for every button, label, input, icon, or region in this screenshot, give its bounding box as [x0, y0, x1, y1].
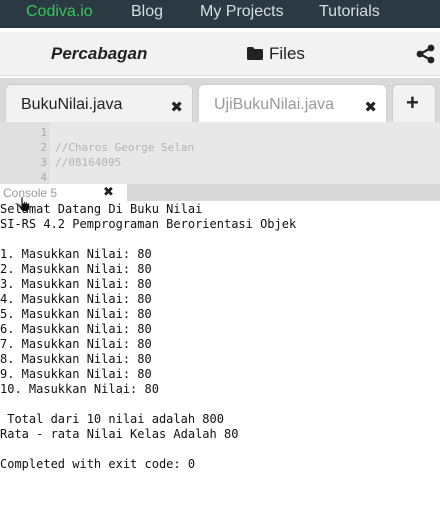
close-icon[interactable]: ✖ [364, 100, 377, 115]
code-text: //Charos George Selan [55, 141, 195, 154]
code-text: //08164095 [55, 156, 122, 169]
line-number: 4 [40, 171, 47, 184]
code-editor[interactable]: 1 2 //Charos George Selan 3 //08164095 4 [0, 122, 440, 184]
line-number: 3 [40, 156, 47, 169]
code-line: 1 [0, 126, 440, 141]
code-line: 3 //08164095 [0, 156, 440, 171]
share-icon[interactable] [416, 44, 436, 64]
brand-logo-link[interactable]: Codiva.io [26, 3, 93, 21]
console-line: 1. Masukkan Nilai: 80 [0, 247, 152, 261]
console-tab-strip: Console 5 ✖ [0, 184, 440, 201]
nav-link-my-projects[interactable]: My Projects [200, 3, 284, 21]
console-line: Selamat Datang Di Buku Nilai [0, 202, 203, 216]
line-number: 2 [40, 141, 47, 154]
console-line: 2. Masukkan Nilai: 80 [0, 262, 152, 276]
code-line: 2 //Charos George Selan [0, 141, 440, 156]
tab-label: BukuNilai.java [21, 96, 123, 113]
console-output: Selamat Datang Di Buku Nilai SI-RS 4.2 P… [0, 202, 440, 472]
console-line: SI-RS 4.2 Pemprograman Berorientasi Obje… [0, 217, 297, 231]
plus-icon: + [406, 90, 419, 115]
console-line: 7. Masukkan Nilai: 80 [0, 337, 152, 351]
console-line: Completed with exit code: 0 [0, 457, 196, 471]
console-line: Rata - rata Nilai Kelas Adalah 80 [0, 427, 239, 441]
console-line: 6. Masukkan Nilai: 80 [0, 322, 152, 336]
editor-tab-strip: BukuNilai.java ✖ UjiBukuNilai.java ✖ + [0, 78, 440, 122]
console-line: 5. Masukkan Nilai: 80 [0, 307, 152, 321]
top-navigation: Codiva.io Blog My Projects Tutorials [0, 0, 440, 28]
project-header: Percabagan Files [0, 32, 440, 76]
console-line: 9. Masukkan Nilai: 80 [0, 367, 152, 381]
nav-link-tutorials[interactable]: Tutorials [319, 3, 380, 21]
project-title: Percabagan [51, 44, 148, 63]
tab-bukunilai-java[interactable]: BukuNilai.java ✖ [5, 84, 193, 122]
files-button[interactable]: Files [247, 44, 305, 64]
console-line: Total dari 10 nilai adalah 800 [0, 412, 224, 426]
add-file-button[interactable]: + [392, 84, 436, 122]
folder-icon [247, 47, 263, 60]
line-number: 1 [40, 126, 47, 139]
code-line: 4 [0, 171, 440, 184]
nav-link-blog[interactable]: Blog [131, 3, 163, 21]
console-line: 3. Masukkan Nilai: 80 [0, 277, 152, 291]
tab-label: UjiBukuNilai.java [214, 96, 335, 113]
files-label: Files [269, 44, 305, 63]
console-line: 4. Masukkan Nilai: 80 [0, 292, 152, 306]
close-icon[interactable]: ✖ [170, 100, 183, 115]
close-icon[interactable]: ✖ [103, 184, 114, 200]
console-line: 10. Masukkan Nilai: 80 [0, 382, 159, 396]
tab-ujibukunilai-java[interactable]: UjiBukuNilai.java ✖ [198, 84, 387, 122]
console-line: 8. Masukkan Nilai: 80 [0, 352, 152, 366]
